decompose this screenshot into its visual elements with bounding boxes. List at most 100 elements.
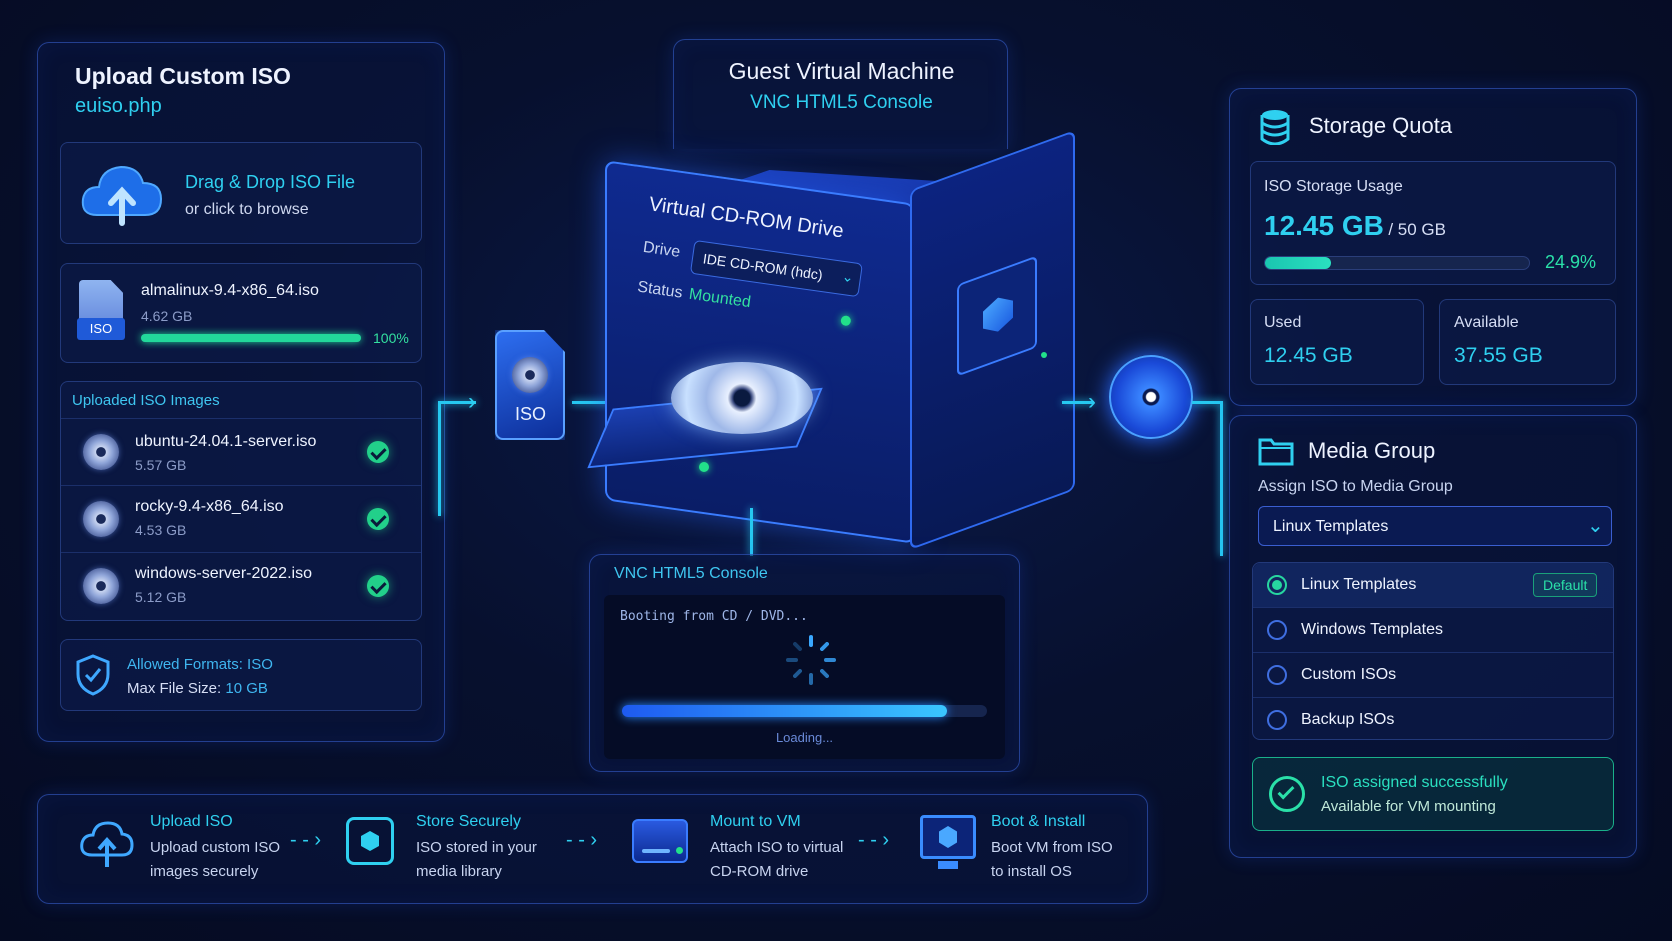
usage-row: 12.45 GB / 50 GB <box>1264 210 1446 242</box>
used-card: Used 12.45 GB <box>1250 299 1424 385</box>
storage-title: Storage Quota <box>1309 113 1453 138</box>
vnc-console-panel: VNC HTML5 Console Booting from CD / DVD.… <box>589 554 1020 772</box>
maxsize-label: Max File Size: <box>127 680 222 697</box>
cd-disc-icon <box>1109 355 1193 439</box>
upload-progress-fill <box>141 334 361 342</box>
spinner-icon <box>786 635 836 685</box>
option-linux-templates[interactable]: Linux Templates Default <box>1253 563 1613 607</box>
secure-box-icon <box>346 817 394 865</box>
iso-file-icon: ISO <box>495 330 565 440</box>
current-upload-card: ISO almalinux-9.4-x86_64.iso 4.62 GB 100… <box>60 263 422 363</box>
selected-group: Linux Templates <box>1273 518 1389 535</box>
cube-icon <box>983 292 1013 337</box>
drive-value: IDE CD-ROM (hdc) <box>702 250 824 283</box>
option-label: Backup ISOs <box>1301 711 1395 728</box>
media-group-select[interactable]: Linux Templates ⌄ <box>1258 506 1612 546</box>
list-item[interactable]: ubuntu-24.04.1-server.iso 5.57 GB <box>61 419 421 485</box>
step-line1: Upload custom ISO <box>150 839 281 856</box>
available-card: Available 37.55 GB <box>1439 299 1616 385</box>
used-label: Used <box>1264 314 1302 331</box>
quota-percent: 24.9% <box>1545 252 1597 272</box>
step-line2: to install OS <box>991 863 1072 880</box>
boot-progress-fill <box>622 705 947 717</box>
disc-icon <box>83 568 119 604</box>
console-screen[interactable]: Booting from CD / DVD... Loading... <box>604 595 1005 759</box>
dashed-arrow-icon: - - › <box>858 829 890 851</box>
drive-label: Drive <box>641 238 682 261</box>
status-value: Mounted <box>687 285 752 312</box>
list-item[interactable]: rocky-9.4-x86_64.iso 4.53 GB <box>61 486 421 552</box>
boot-progress-track <box>622 705 987 717</box>
option-windows-templates[interactable]: Windows Templates <box>1253 608 1613 652</box>
upload-title: Upload Custom ISO <box>75 63 291 89</box>
check-icon <box>367 508 389 530</box>
iso-badge: ISO <box>77 318 125 340</box>
option-backup-isos[interactable]: Backup ISOs <box>1253 698 1613 741</box>
formats-value: ISO <box>247 656 273 673</box>
success-title: ISO assigned successfully <box>1321 774 1508 791</box>
maxsize-row: Max File Size: 10 GB <box>127 680 268 697</box>
monitor-stand <box>938 861 958 869</box>
success-alert: ISO assigned successfully Available for … <box>1252 757 1614 831</box>
total-value: / 50 GB <box>1388 220 1446 239</box>
dashed-arrow-icon: - - › <box>290 829 322 851</box>
available-value: 37.55 GB <box>1454 344 1543 367</box>
step-title: Boot & Install <box>991 813 1086 830</box>
step-title: Upload ISO <box>150 813 233 830</box>
side-led-icon <box>1041 352 1047 358</box>
step-line2: media library <box>416 863 502 880</box>
radio-icon <box>1267 710 1287 730</box>
upload-panel: Upload Custom ISO euiso.php Drag & Drop … <box>37 42 445 742</box>
option-label: Custom ISOs <box>1301 666 1397 683</box>
media-title: Media Group <box>1308 438 1436 463</box>
formats-label: Allowed Formats: <box>127 656 243 673</box>
quota-progress-fill <box>1265 257 1331 269</box>
uploaded-iso-list: Uploaded ISO Images ubuntu-24.04.1-serve… <box>60 381 422 621</box>
folder-icon <box>1258 438 1294 466</box>
connector <box>1192 401 1222 404</box>
usage-label: ISO Storage Usage <box>1264 178 1403 195</box>
step-line1: ISO stored in your <box>416 839 537 856</box>
check-circle-icon <box>1269 776 1305 812</box>
radio-icon <box>1267 575 1287 595</box>
step-line2: images securely <box>150 863 259 880</box>
arrow-right-icon: › <box>1088 388 1096 415</box>
upload-progress-label: 100% <box>373 330 409 346</box>
iso-size: 5.12 GB <box>135 589 187 605</box>
list-item[interactable]: windows-server-2022.iso 5.12 GB <box>61 553 421 619</box>
allowed-formats-card: Allowed Formats: ISO Max File Size: 10 G… <box>60 639 422 711</box>
connector <box>1220 401 1223 556</box>
iso-tag: ISO <box>515 404 547 424</box>
vm-title: Guest Virtual Machine <box>728 58 955 84</box>
cd-disc-icon <box>671 362 813 434</box>
formats-row: Allowed Formats: ISO <box>127 656 273 673</box>
step-title: Store Securely <box>416 813 521 830</box>
current-file-size: 4.62 GB <box>141 308 193 324</box>
available-label: Available <box>1454 314 1519 331</box>
tray-led-icon <box>699 462 709 472</box>
iso-dropzone[interactable]: Drag & Drop ISO File or click to browse <box>60 142 422 244</box>
drive-icon <box>632 819 688 863</box>
boot-text: Booting from CD / DVD... <box>620 609 808 624</box>
used-big-value: 12.45 GB <box>1264 210 1384 241</box>
iso-size: 5.57 GB <box>135 457 187 473</box>
chevron-down-icon: ⌄ <box>1587 515 1604 537</box>
database-icon <box>1260 110 1290 145</box>
iso-name: windows-server-2022.iso <box>135 565 312 582</box>
loading-text: Loading... <box>775 730 834 745</box>
upload-page-name: euiso.php <box>75 95 162 117</box>
media-group-panel: Media Group Assign ISO to Media Group Li… <box>1229 415 1637 858</box>
status-label: Status <box>636 278 684 302</box>
assign-label: Assign ISO to Media Group <box>1258 478 1453 495</box>
uploaded-list-header: Uploaded ISO Images <box>72 392 220 409</box>
maxsize-value: 10 GB <box>225 680 268 697</box>
chevron-down-icon: ⌄ <box>840 267 855 286</box>
connector <box>750 508 753 556</box>
cloud-upload-icon <box>81 165 163 226</box>
step-line1: Attach ISO to virtual <box>710 839 844 856</box>
step-line2: CD-ROM drive <box>710 863 809 880</box>
step-line1: Boot VM from ISO <box>991 839 1113 856</box>
workflow-steps-panel: Upload ISO Upload custom ISO images secu… <box>37 794 1148 904</box>
media-group-options: Linux Templates Default Windows Template… <box>1252 562 1614 740</box>
option-custom-isos[interactable]: Custom ISOs <box>1253 653 1613 697</box>
